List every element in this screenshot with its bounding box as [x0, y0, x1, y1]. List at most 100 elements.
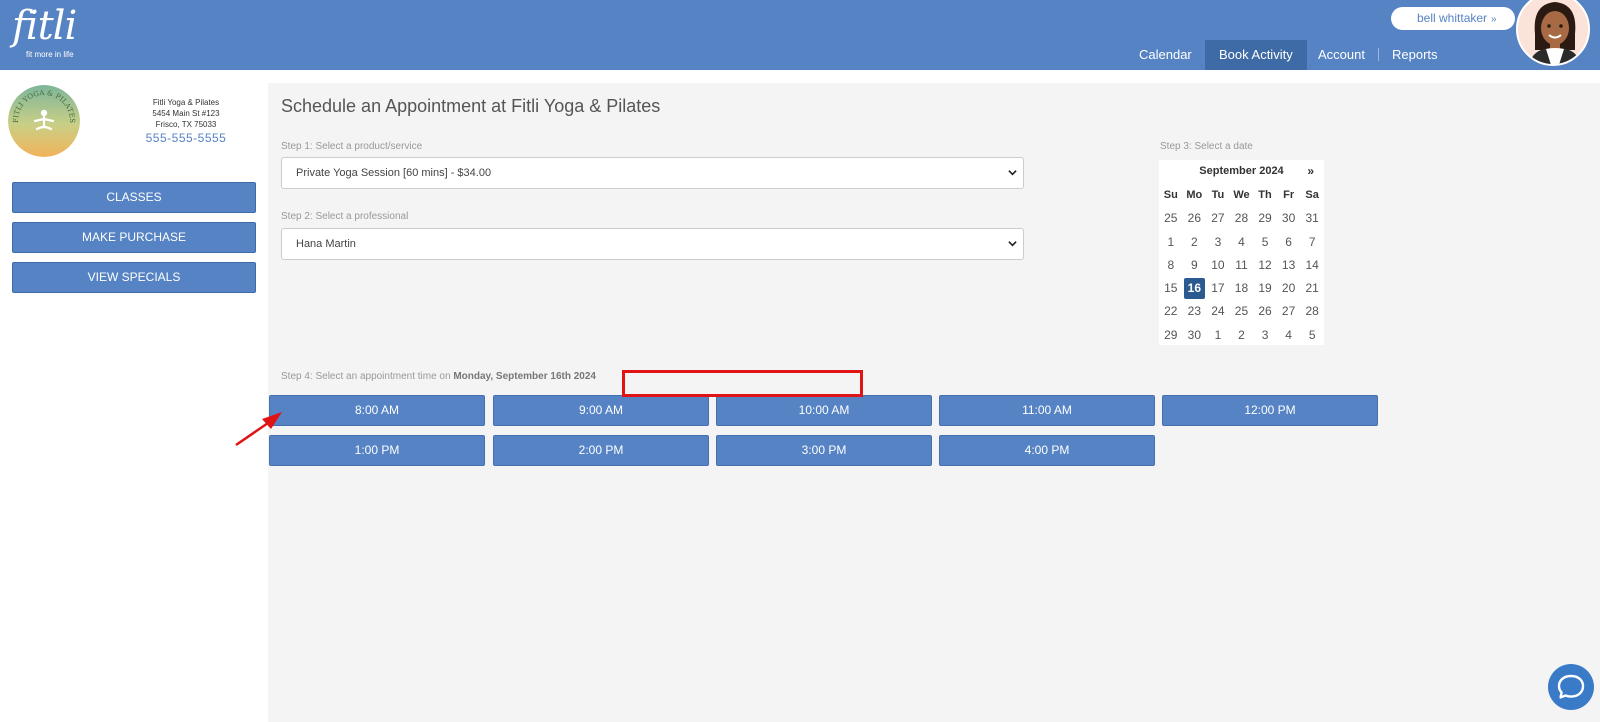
main-panel: Schedule an Appointment at Fitli Yoga & …	[268, 83, 1600, 722]
classes-button[interactable]: CLASSES	[12, 182, 256, 213]
calendar-day[interactable]: 22	[1159, 300, 1183, 323]
yoga-logo-icon: FITLI YOGA & PILATES	[8, 85, 80, 157]
calendar-day[interactable]: 4	[1277, 324, 1301, 347]
calendar-day[interactable]: 17	[1206, 277, 1230, 300]
calendar-day[interactable]: 11	[1230, 254, 1254, 277]
calendar-weekday: Tu	[1211, 189, 1225, 201]
product-service-select[interactable]: Private Yoga Session [60 mins] - $34.00	[281, 157, 1024, 189]
business-info: Fitli Yoga & Pilates 5454 Main St #123 F…	[138, 97, 234, 146]
time-slot-button[interactable]: 9:00 AM	[493, 395, 709, 426]
step1-label: Step 1: Select a product/service	[281, 141, 423, 152]
calendar-day[interactable]: 30	[1277, 207, 1301, 230]
logo-word: fitli	[12, 3, 77, 49]
time-slot-button[interactable]: 8:00 AM	[269, 395, 485, 426]
step3-label: Step 3: Select a date	[1160, 141, 1253, 152]
business-phone[interactable]: 555-555-5555	[138, 131, 234, 146]
step4-label-prefix: Step 4: Select an appointment time on	[281, 371, 454, 382]
nav-reports[interactable]: Reports	[1392, 40, 1438, 70]
calendar-day[interactable]: 31	[1300, 207, 1324, 230]
calendar-day[interactable]: 24	[1206, 300, 1230, 323]
calendar-day[interactable]: 25	[1230, 300, 1254, 323]
calendar-day[interactable]: 26	[1253, 300, 1277, 323]
calendar-day[interactable]: 27	[1277, 300, 1301, 323]
time-slot-button[interactable]: 12:00 PM	[1162, 395, 1378, 426]
calendar-day-selected[interactable]: 16	[1183, 278, 1206, 300]
nav-book-activity[interactable]: Book Activity	[1205, 40, 1307, 70]
calendar-day[interactable]: 6	[1277, 231, 1301, 254]
calendar-day[interactable]: 8	[1159, 254, 1183, 277]
time-slot-button[interactable]: 11:00 AM	[939, 395, 1155, 426]
calendar-day[interactable]: 7	[1300, 231, 1324, 254]
calendar-day[interactable]: 4	[1230, 231, 1254, 254]
calendar-day[interactable]: 1	[1206, 324, 1230, 347]
calendar-day[interactable]: 29	[1159, 324, 1183, 347]
view-specials-button[interactable]: VIEW SPECIALS	[12, 262, 256, 293]
professional-select[interactable]: Hana Martin	[281, 228, 1024, 260]
calendar-weekday: Sa	[1305, 189, 1319, 201]
calendar-day[interactable]: 25	[1159, 207, 1183, 230]
step4-selected-date: Monday, September 16th 2024	[453, 371, 596, 382]
time-slot-button[interactable]: 3:00 PM	[716, 435, 932, 466]
highlight-box-annotation	[622, 370, 863, 397]
calendar-day[interactable]: 1	[1159, 231, 1183, 254]
nav-account[interactable]: Account	[1318, 40, 1365, 70]
time-slot-button[interactable]: 1:00 PM	[269, 435, 485, 466]
calendar-day[interactable]: 13	[1277, 254, 1301, 277]
chevron-down-icon	[1008, 241, 1017, 247]
chat-bubble-icon	[1557, 674, 1585, 699]
calendar-day[interactable]: 2	[1230, 324, 1254, 347]
user-menu[interactable]: bell whittaker»	[1391, 7, 1515, 30]
step4-label: Step 4: Select an appointment time on Mo…	[281, 371, 596, 382]
fitli-logo[interactable]: fitli fit more in life	[12, 3, 77, 59]
calendar-day[interactable]: 30	[1183, 324, 1207, 347]
calendar-weekday: Su	[1163, 189, 1178, 201]
top-header: fitli fit more in life bell whittaker» C…	[0, 0, 1600, 70]
product-service-value: Private Yoga Session [60 mins] - $34.00	[296, 167, 492, 179]
professional-value: Hana Martin	[296, 238, 356, 250]
calendar-day[interactable]: 10	[1206, 254, 1230, 277]
calendar-day[interactable]: 2	[1183, 231, 1207, 254]
date-picker: September 2024 » Su Mo Tu We Th Fr Sa 25 26 27 28 2…	[1159, 160, 1324, 345]
chat-button[interactable]	[1548, 664, 1594, 710]
calendar-day[interactable]: 27	[1206, 207, 1230, 230]
calendar-day[interactable]: 18	[1230, 277, 1254, 300]
calendar-month-label: September 2024	[1199, 165, 1284, 177]
make-purchase-button[interactable]: MAKE PURCHASE	[12, 222, 256, 253]
calendar-weekday: We	[1233, 189, 1250, 201]
business-address-line1: 5454 Main St #123	[152, 109, 220, 118]
page-title: Schedule an Appointment at Fitli Yoga & …	[281, 96, 661, 116]
calendar-day[interactable]: 19	[1253, 277, 1277, 300]
calendar-weekday: Mo	[1186, 189, 1203, 201]
time-slot-button[interactable]: 10:00 AM	[716, 395, 932, 426]
calendar-grid: Su Mo Tu We Th Fr Sa 25 26 27 28 29 30 31 1 2 3 4 5 6 7 8 9 10 1…	[1159, 184, 1324, 347]
calendar-day[interactable]: 20	[1277, 277, 1301, 300]
time-slot-button[interactable]: 4:00 PM	[939, 435, 1155, 466]
calendar-day[interactable]: 15	[1159, 277, 1183, 300]
business-logo: FITLI YOGA & PILATES	[8, 85, 80, 157]
calendar-day[interactable]: 26	[1183, 207, 1207, 230]
time-slot-button[interactable]: 2:00 PM	[493, 435, 709, 466]
calendar-day[interactable]: 3	[1253, 324, 1277, 347]
calendar-day[interactable]: 14	[1300, 254, 1324, 277]
avatar-portrait-icon	[1518, 0, 1588, 64]
calendar-day[interactable]: 12	[1253, 254, 1277, 277]
calendar-day[interactable]: 5	[1300, 324, 1324, 347]
user-name: bell whittaker	[1417, 11, 1488, 25]
calendar-day[interactable]: 21	[1300, 277, 1324, 300]
red-arrow-icon	[235, 412, 282, 447]
calendar-day[interactable]: 9	[1183, 254, 1207, 277]
business-address-line2: Frisco, TX 75033	[155, 120, 217, 129]
calendar-day[interactable]: 29	[1253, 207, 1277, 230]
calendar-day[interactable]: 28	[1300, 300, 1324, 323]
calendar-day[interactable]: 5	[1253, 231, 1277, 254]
avatar[interactable]	[1516, 0, 1590, 66]
chevron-down-icon: »	[1491, 14, 1497, 25]
calendar-weekday: Th	[1258, 189, 1272, 201]
nav-calendar[interactable]: Calendar	[1139, 40, 1192, 70]
logo-tagline: fit more in life	[26, 50, 74, 59]
calendar-next-button[interactable]: »	[1307, 164, 1314, 178]
calendar-day[interactable]: 23	[1183, 300, 1207, 323]
calendar-day[interactable]: 28	[1230, 207, 1254, 230]
calendar-day[interactable]: 3	[1206, 231, 1230, 254]
calendar-weekday: Fr	[1283, 189, 1295, 201]
